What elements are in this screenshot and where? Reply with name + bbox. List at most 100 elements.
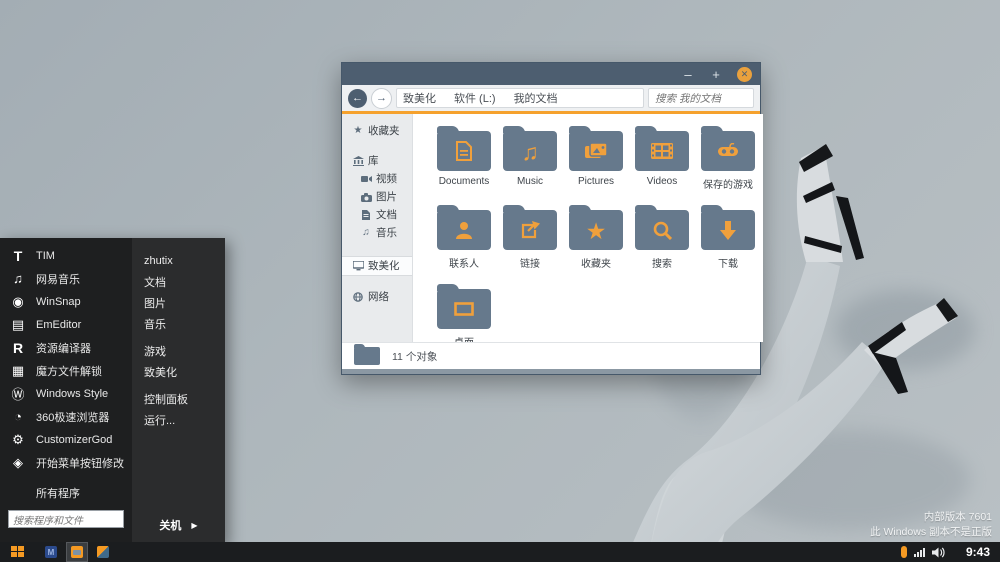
folder-item-documents[interactable]: Documents <box>433 124 495 203</box>
sidebar-item-documents[interactable]: 文档 <box>342 206 412 224</box>
sidebar-item-favorites[interactable]: ★ 收藏夹 <box>342 122 412 140</box>
sidebar-label: 网络 <box>368 291 389 303</box>
sidebar-item-music[interactable]: ♫ 音乐 <box>342 224 412 242</box>
folder-label: 收藏夹 <box>581 255 611 270</box>
star-icon: ★ <box>586 220 607 243</box>
folder-item-pictures[interactable]: Pictures <box>565 124 627 203</box>
watermark-build: 内部版本 7601 <box>870 510 992 525</box>
explorer-search-box[interactable] <box>648 88 754 108</box>
start-place-music[interactable]: 音乐 <box>132 313 225 334</box>
chevron-right-icon[interactable]: ▶ <box>191 521 197 530</box>
folder-item-links[interactable]: 链接 <box>499 203 561 282</box>
start-place-control-panel[interactable]: 控制面板 <box>132 388 225 409</box>
taskbar-app-explorer-active[interactable] <box>66 542 88 562</box>
start-item-label: Windows Style <box>36 388 108 400</box>
start-item-windows-style[interactable]: Ⓦ Windows Style <box>0 382 132 405</box>
start-search-input[interactable] <box>9 514 123 530</box>
folder-item-favorites[interactable]: ★ 收藏夹 <box>565 203 627 282</box>
start-item-360-browser[interactable]: ◔ 360极速浏览器 <box>0 405 132 428</box>
start-search-box[interactable] <box>8 510 124 528</box>
app-icon-blue: M <box>45 546 57 558</box>
folder-icon <box>701 210 755 250</box>
browser-circle-icon: ◔ <box>10 409 26 425</box>
down-arrow-icon <box>720 221 736 240</box>
resource-compiler-icon: R <box>10 340 26 356</box>
start-item-label: EmEditor <box>36 319 81 331</box>
network-signal-icon[interactable] <box>914 547 925 557</box>
start-place-computer[interactable]: 致美化 <box>132 361 225 382</box>
forward-button[interactable]: → <box>371 88 392 109</box>
shutdown-label: 关机 <box>159 517 181 533</box>
folder-icon <box>437 210 491 250</box>
sidebar-item-network[interactable]: 网络 <box>342 288 412 306</box>
minimize-button[interactable]: – <box>681 68 695 81</box>
folder-item-contacts[interactable]: 联系人 <box>433 203 495 282</box>
start-place-run[interactable]: 运行... <box>132 409 225 430</box>
show-hidden-icons-button[interactable] <box>901 546 907 558</box>
address-bar[interactable]: 致美化 软件 (L:) 我的文档 <box>396 88 644 108</box>
start-item-winsnap[interactable]: ◉ WinSnap <box>0 290 132 313</box>
document-icon <box>456 141 472 161</box>
taskbar-app-blue[interactable]: M <box>40 542 62 562</box>
maximize-button[interactable]: + <box>709 68 723 81</box>
diamond-icon: ◈ <box>10 455 26 471</box>
start-menu: T TIM ♫ 网易音乐 ◉ WinSnap ▤ EmEditor R 资源编译… <box>0 238 225 545</box>
start-item-startbutton-mod[interactable]: ◈ 开始菜单按钮修改 <box>0 451 132 474</box>
sidebar-label: 库 <box>368 155 379 167</box>
breadcrumb-my-documents[interactable]: 我的文档 <box>514 90 558 106</box>
sidebar-item-libraries[interactable]: 库 <box>342 152 412 170</box>
breadcrumb-drive[interactable]: 软件 (L:) <box>454 90 496 106</box>
pin-star-icon: ★ <box>352 125 364 137</box>
folder-item-videos[interactable]: Videos <box>631 124 693 203</box>
start-item-label: CustomizerGod <box>36 434 112 446</box>
taskbar-app-orange[interactable] <box>92 542 114 562</box>
folder-item-saved-games[interactable]: 保存的游戏 <box>697 124 759 203</box>
app-icon-orange-blue <box>97 546 109 558</box>
start-item-resource-compiler[interactable]: R 资源编译器 <box>0 336 132 359</box>
start-button[interactable] <box>0 542 34 562</box>
folder-label: 联系人 <box>449 255 479 270</box>
explorer-titlebar[interactable]: – + ✕ <box>342 63 760 85</box>
speaker-icon[interactable] <box>932 547 945 558</box>
sidebar-label: 音乐 <box>376 227 397 239</box>
start-item-mofang-unlock[interactable]: ▦ 魔方文件解锁 <box>0 359 132 382</box>
all-programs-button[interactable]: 所有程序 <box>0 482 132 504</box>
folder-app-icon <box>71 546 83 558</box>
taskbar-clock[interactable]: 9:43 <box>966 545 990 559</box>
explorer-statusbar: 11 个对象 <box>342 342 760 369</box>
folder-item-downloads[interactable]: 下载 <box>697 203 759 282</box>
music-note-icon: ♫ <box>521 141 538 164</box>
start-item-label: 360极速浏览器 <box>36 409 109 425</box>
status-folder-icon <box>354 347 380 365</box>
start-item-tim[interactable]: T TIM <box>0 244 132 267</box>
back-button[interactable]: ← <box>348 89 367 108</box>
sidebar-label: 致美化 <box>368 260 400 272</box>
folder-icon <box>635 210 689 250</box>
taskbar: M 9:43 <box>0 542 1000 562</box>
start-place-documents[interactable]: 文档 <box>132 271 225 292</box>
folder-icon <box>437 131 491 171</box>
sidebar-item-computer[interactable]: 致美化 <box>342 256 412 276</box>
sidebar-item-pictures[interactable]: 图片 <box>342 188 412 206</box>
gamepad-icon <box>716 143 740 159</box>
start-item-emeditor[interactable]: ▤ EmEditor <box>0 313 132 336</box>
start-place-pictures[interactable]: 图片 <box>132 292 225 313</box>
breadcrumb-zhuimeihua[interactable]: 致美化 <box>403 90 436 106</box>
start-item-netease-music[interactable]: ♫ 网易音乐 <box>0 267 132 290</box>
folder-label: Videos <box>647 176 677 187</box>
start-item-customizergod[interactable]: ⚙ CustomizerGod <box>0 428 132 451</box>
sidebar-label: 收藏夹 <box>368 125 400 137</box>
folder-item-music[interactable]: ♫ Music <box>499 124 561 203</box>
close-button[interactable]: ✕ <box>737 67 752 82</box>
shutdown-button[interactable]: 关机 ▶ <box>132 517 225 533</box>
folder-item-search[interactable]: 搜索 <box>631 203 693 282</box>
item-count: 11 个对象 <box>392 349 437 364</box>
sidebar-item-videos[interactable]: 视频 <box>342 170 412 188</box>
folder-icon <box>569 131 623 171</box>
globe-icon <box>352 292 364 302</box>
start-place-games[interactable]: 游戏 <box>132 340 225 361</box>
emeditor-icon: ▤ <box>10 317 26 333</box>
document-icon <box>360 210 372 220</box>
start-place-zhutix[interactable]: zhutix <box>132 250 225 271</box>
explorer-search-input[interactable] <box>649 90 753 108</box>
